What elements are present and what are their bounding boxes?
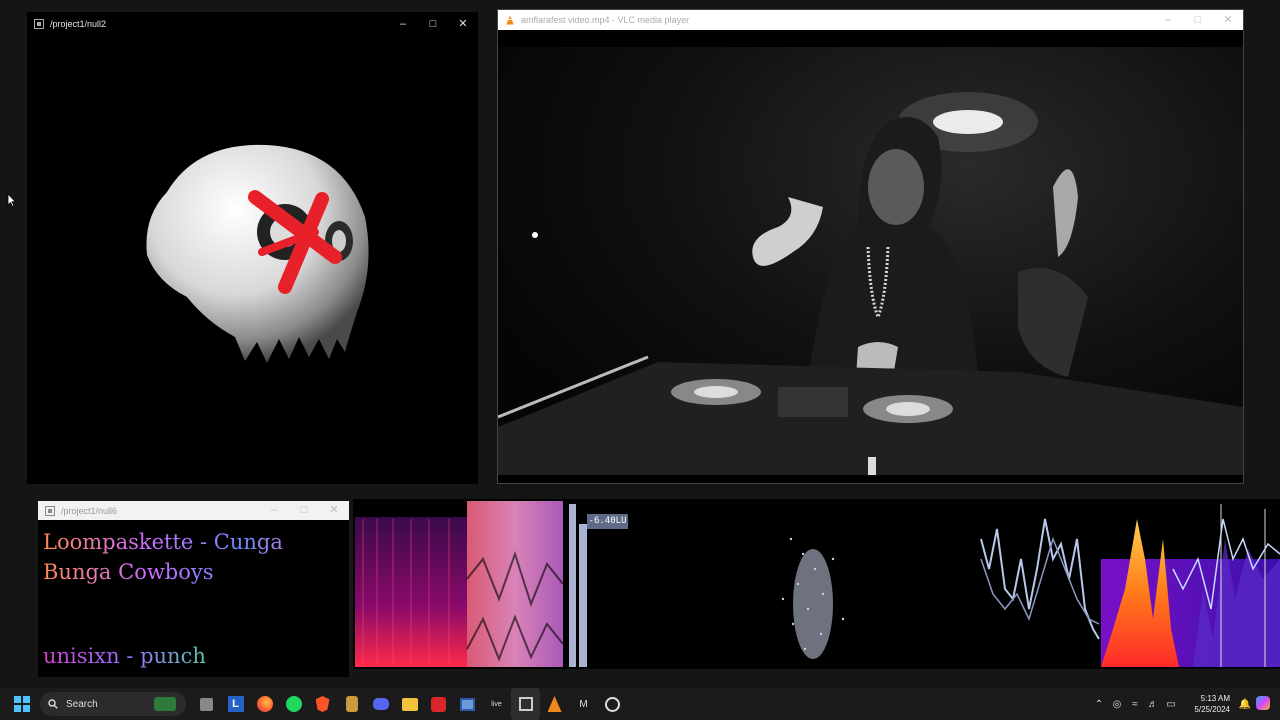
firefox-icon[interactable] [250,688,279,720]
taskbar-clock[interactable]: 5:13 AM 5/25/2024 [1180,693,1230,715]
chevron-up-icon[interactable]: ⌃ [1090,699,1108,710]
live-app-icon[interactable]: live [482,688,511,720]
touchdesigner-taskbar-icon[interactable] [511,688,540,720]
close-button[interactable]: ✕ [319,505,349,516]
touchdesigner-window-null6[interactable]: /project1/null6 – □ ✕ Loompaskette - Cun… [38,501,349,677]
maximize-button[interactable]: □ [418,18,448,30]
search-icon [48,699,58,709]
minimize-button[interactable]: – [1153,14,1183,26]
window-titlebar[interactable]: /project1/null6 – □ ✕ [38,501,349,520]
touchdesigner-icon [34,19,44,29]
speaker-icon[interactable]: ♬ [1144,699,1162,710]
audio-visualizer: -6.40LU [353,499,1280,669]
wifi-icon[interactable]: ≈ [1126,699,1144,710]
max-app-icon[interactable]: M [569,688,598,720]
window-title: amflarafest video.mp4 - VLC media player [521,15,690,25]
folder-icon[interactable] [395,688,424,720]
now-playing-text: Loompaskette - Cunga Bunga Cowboys [43,527,343,587]
app-icon[interactable] [337,688,366,720]
clock-time: 5:13 AM [1200,694,1230,703]
window-title: /project1/null6 [61,505,118,516]
discord-icon[interactable] [366,688,395,720]
window-titlebar[interactable]: amflarafest video.mp4 - VLC media player… [498,10,1243,30]
vlc-window[interactable]: amflarafest video.mp4 - VLC media player… [497,9,1244,484]
close-button[interactable]: ✕ [1213,14,1243,26]
mouse-cursor-icon [7,193,17,207]
taskbar: Search L live M ⌃ ◎ ≈ ♬ ▭ 5:13 AM 5/25/2… [0,688,1280,720]
visualizer-graphics [355,501,1280,667]
live-app-label: live [491,700,502,708]
bell-icon[interactable]: 🔔 [1236,699,1254,710]
next-track-text: unisixn - punch [43,641,206,671]
brave-icon[interactable] [308,688,337,720]
obs-icon[interactable] [598,688,627,720]
letter-l-app-icon[interactable]: L [221,688,250,720]
flash-app-icon[interactable] [424,688,453,720]
minimize-button[interactable]: – [259,505,289,516]
maximize-button[interactable]: □ [289,505,319,516]
minimize-button[interactable]: – [388,18,418,30]
vlc-taskbar-icon[interactable] [540,688,569,720]
skull-render-image [146,144,369,363]
battery-icon[interactable]: ▭ [1162,699,1180,710]
clock-date: 5/25/2024 [1194,705,1230,714]
video-frame[interactable] [498,47,1243,475]
maximize-button[interactable]: □ [1183,14,1213,26]
mic-icon[interactable]: ◎ [1108,699,1126,710]
window-title: /project1/null2 [50,19,107,29]
search-label: Search [66,698,98,710]
vlc-icon [506,15,514,25]
window-app-icon[interactable] [453,688,482,720]
touchdesigner-window-null2[interactable]: /project1/null2 – □ ✕ [27,12,478,484]
taskbar-search[interactable]: Search [40,692,186,716]
copilot-icon[interactable] [1254,695,1272,713]
spotify-icon[interactable] [279,688,308,720]
file-manager-icon[interactable] [192,688,221,720]
system-tray: ⌃ ◎ ≈ ♬ ▭ 5:13 AM 5/25/2024 🔔 [1090,693,1280,715]
start-icon[interactable] [7,688,36,720]
search-highlight-icon [154,697,176,711]
touchdesigner-icon [45,505,55,516]
loudness-readout: -6.40LU [587,514,628,529]
dj-video-image [498,92,1243,475]
close-button[interactable]: ✕ [448,18,478,30]
window-titlebar[interactable]: /project1/null2 – □ ✕ [27,12,478,36]
